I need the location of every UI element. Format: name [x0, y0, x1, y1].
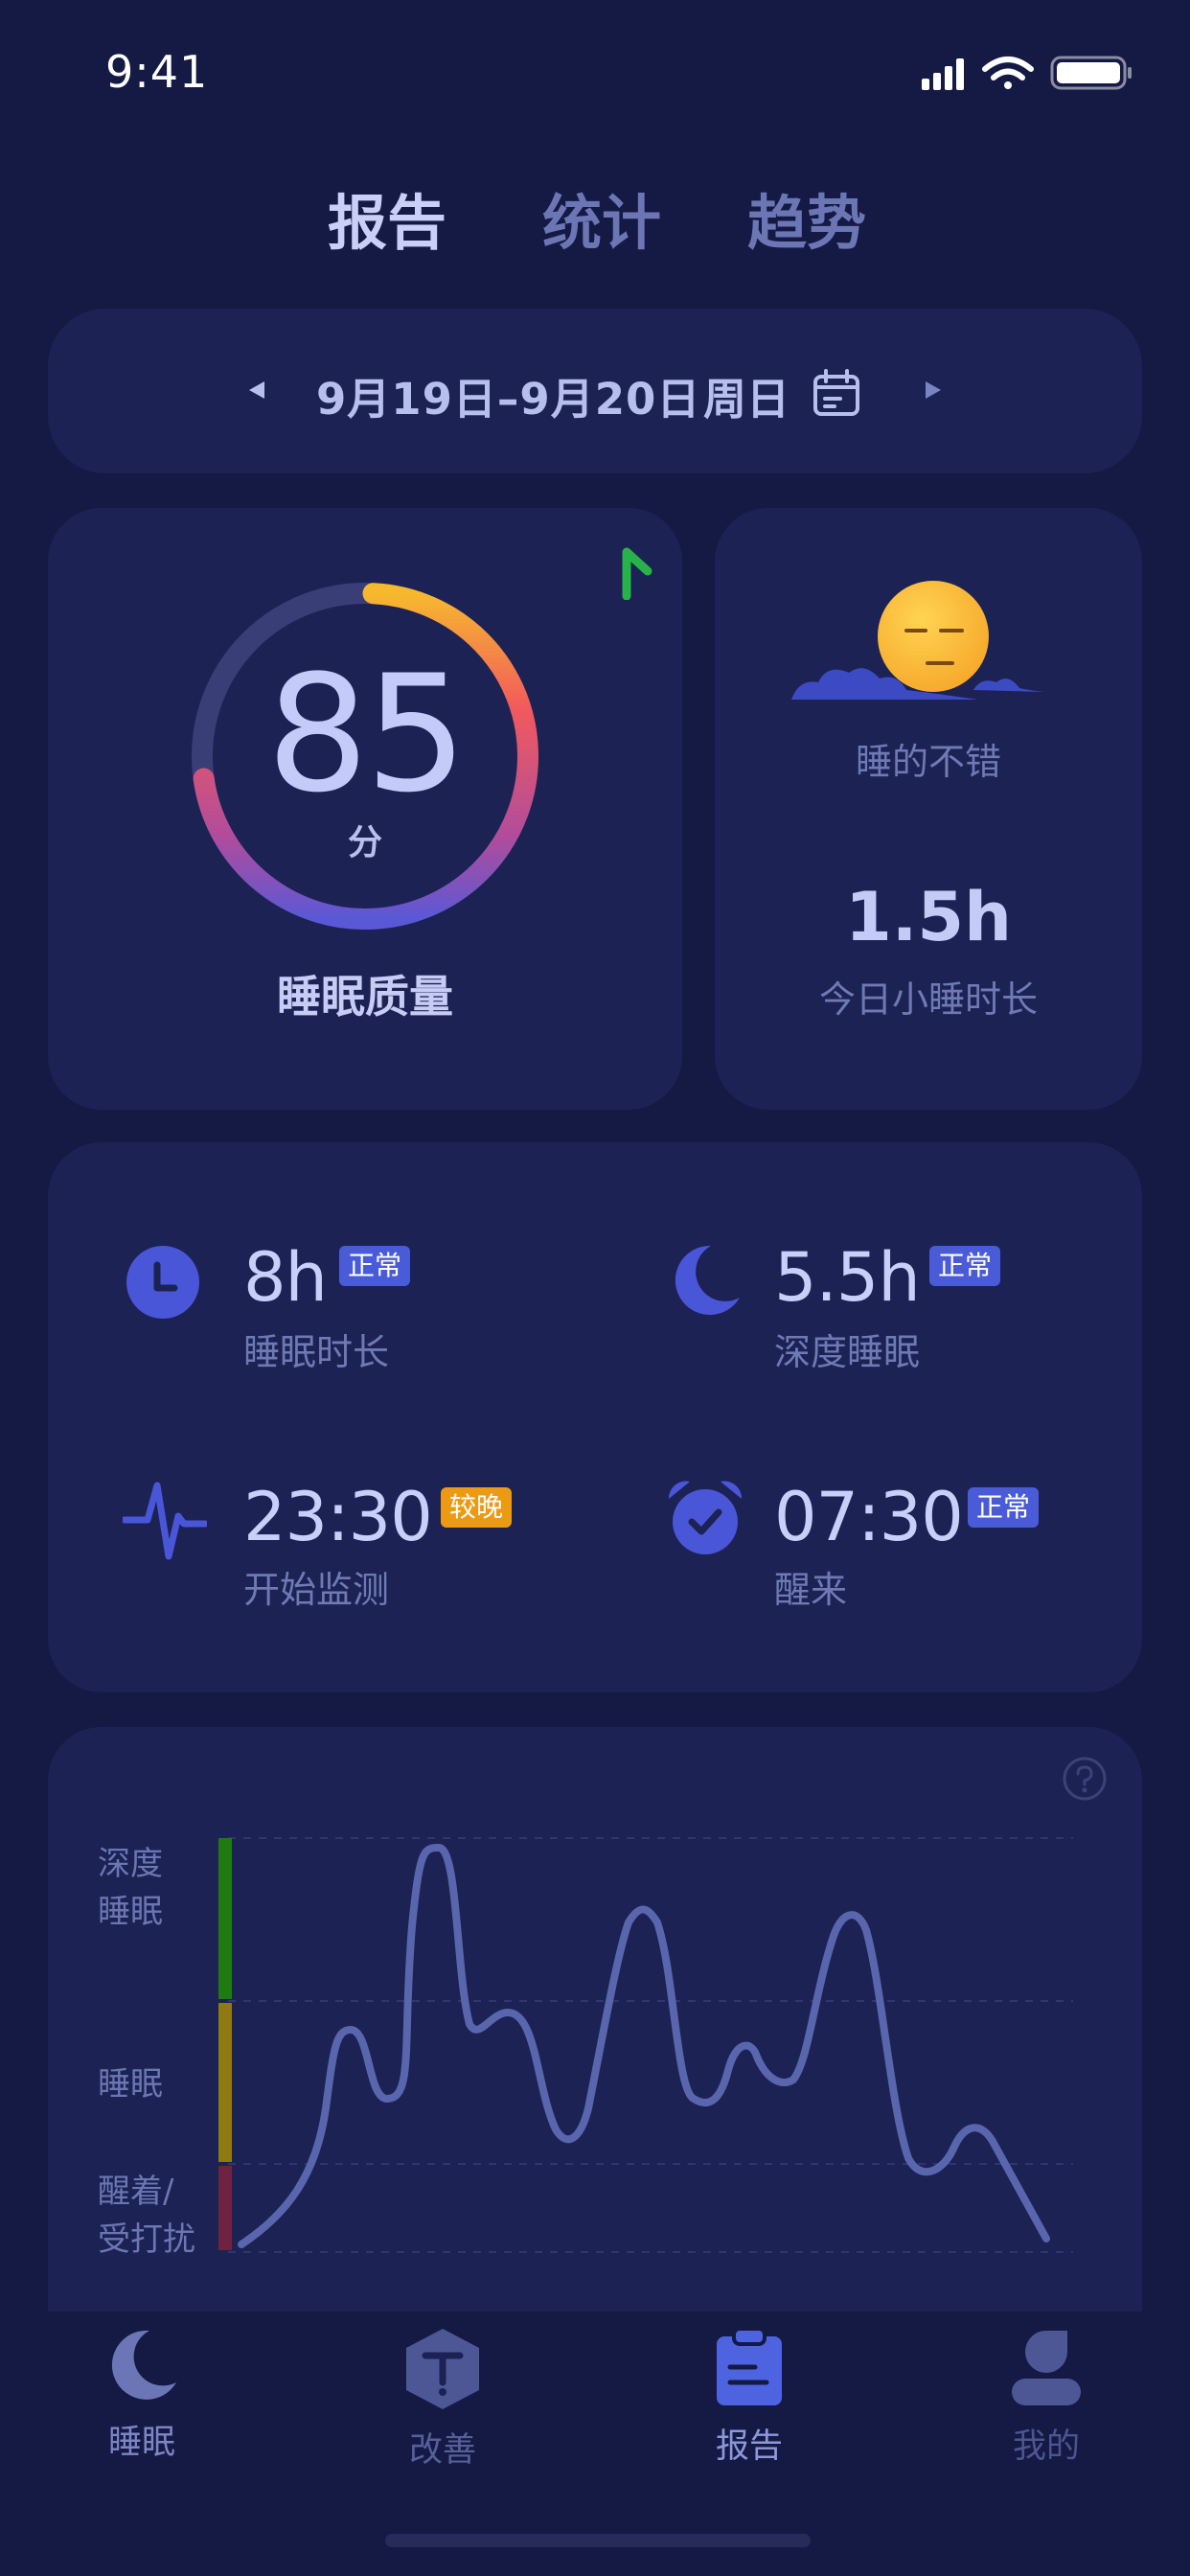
nav-sleep-label: 睡眠 — [107, 2424, 175, 2462]
y-label-sleep: 睡眠 — [98, 2065, 163, 2104]
nav-improve[interactable]: 改善 — [347, 2327, 538, 2472]
nap-duration-label: 今日小睡时长 — [818, 978, 1038, 1021]
nav-sleep[interactable]: 睡眠 — [46, 2327, 238, 2464]
tab-statistics[interactable]: 统计 — [542, 174, 661, 261]
nav-profile-label: 我的 — [1012, 2427, 1080, 2466]
nav-improve-label: 改善 — [408, 2431, 476, 2470]
home-indicator — [385, 2534, 811, 2547]
deep-sleep-badge: 正常 — [929, 1246, 1001, 1286]
deep-sleep-label: 深度睡眠 — [774, 1331, 921, 1373]
signal-icon — [922, 58, 964, 90]
wake-time-badge: 正常 — [968, 1487, 1040, 1528]
clock-icon — [126, 1246, 199, 1319]
report-clipboard-icon — [717, 2327, 782, 2405]
wifi-icon — [982, 57, 1034, 89]
moon-icon — [111, 2330, 176, 2400]
weekday: 周日 — [703, 374, 790, 425]
help-question-icon[interactable] — [1062, 1756, 1108, 1802]
moon-icon — [675, 1245, 740, 1315]
nav-report[interactable]: 报告 — [653, 2327, 845, 2468]
status-time: 9:41 — [105, 46, 209, 98]
next-day-arrow-icon[interactable] — [922, 379, 945, 402]
nap-duration: 1.5h — [845, 878, 1012, 956]
sleep-duration-value: 8h — [243, 1238, 328, 1317]
start-monitor-label: 开始监测 — [243, 1569, 390, 1611]
sleep-duration-label: 睡眠时长 — [243, 1331, 390, 1373]
tab-report[interactable]: 报告 — [328, 174, 446, 261]
start-monitor-value: 23:30 — [243, 1478, 433, 1556]
nap-mood-text: 睡的不错 — [855, 741, 1001, 783]
nav-report-label: 报告 — [715, 2427, 783, 2466]
date-range: 9月19日–9月20日 — [316, 374, 701, 425]
y-label-awake: 醒着/受打扰 — [98, 2173, 195, 2259]
status-icons — [922, 56, 1132, 90]
sleep-duration-badge: 正常 — [339, 1246, 411, 1286]
sleep-metrics-card — [48, 1142, 1142, 1692]
trend-up-arrow-icon — [622, 547, 652, 600]
tab-trends[interactable]: 趋势 — [747, 174, 866, 261]
y-label-deep-sleep: 深度睡眠 — [98, 1845, 163, 1931]
sleep-quality-label: 睡眠质量 — [277, 971, 453, 1023]
deep-sleep-value: 5.5h — [774, 1238, 921, 1317]
alarm-clock-icon — [668, 1481, 743, 1554]
sleep-score: 85 — [266, 640, 468, 828]
prev-day-arrow-icon[interactable] — [245, 379, 268, 402]
score-unit: 分 — [347, 823, 382, 862]
heartbeat-icon — [123, 1482, 207, 1560]
calendar-icon[interactable] — [812, 368, 861, 418]
user-icon — [1012, 2331, 1081, 2405]
improve-icon — [406, 2329, 479, 2409]
battery-icon — [1050, 56, 1132, 90]
sleepy-face-emoji-icon — [791, 581, 1044, 700]
wake-time-value: 07:30 — [774, 1478, 964, 1556]
wake-time-label: 醒来 — [774, 1569, 848, 1611]
nav-profile[interactable]: 我的 — [950, 2327, 1142, 2468]
start-monitor-badge: 较晚 — [441, 1487, 513, 1528]
